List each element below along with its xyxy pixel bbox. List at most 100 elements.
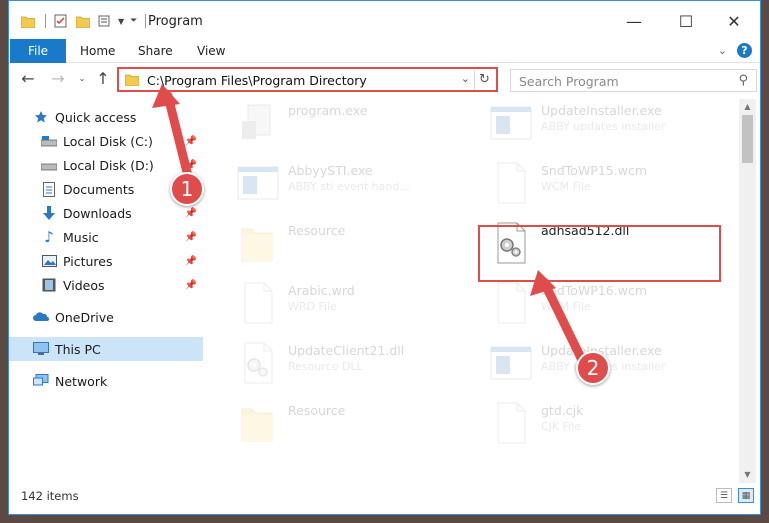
scroll-down-icon[interactable]: ▼	[739, 467, 756, 483]
file-item[interactable]: SndToWP15.wcm WCM File	[479, 155, 719, 213]
nav-downloads[interactable]: Downloads 📌	[9, 201, 203, 225]
scroll-up-icon[interactable]: ▲	[739, 99, 756, 115]
nav-label: Downloads	[63, 205, 132, 221]
close-button[interactable]: ✕	[711, 7, 757, 37]
chevron-down-icon[interactable]: ⌄	[461, 72, 470, 85]
file-type: WCM File	[541, 300, 591, 313]
file-item[interactable]: program.exe	[226, 99, 466, 153]
back-arrow-icon[interactable]: ←	[17, 67, 39, 91]
tab-home[interactable]: Home	[80, 39, 115, 63]
nav-music[interactable]: ♪ Music 📌	[9, 225, 203, 249]
doc-file-icon	[489, 401, 533, 445]
nav-this-pc[interactable]: This PC	[9, 337, 203, 361]
search-box[interactable]: ⚲	[510, 69, 757, 92]
large-icons-view-icon[interactable]: ▦	[738, 488, 754, 503]
file-item[interactable]: gtd.cjk CJK File	[479, 395, 719, 453]
refresh-icon[interactable]: ↻	[474, 70, 494, 90]
details-view-icon[interactable]: ☰	[716, 488, 732, 503]
up-arrow-icon[interactable]: ↑	[92, 67, 114, 91]
new-folder-icon[interactable]	[75, 15, 91, 28]
file-name: SndToWP15.wcm	[541, 163, 647, 178]
ribbon-tabs: File Home Share View ⌄ ?	[9, 39, 760, 63]
cloud-icon	[33, 309, 49, 325]
file-item[interactable]: Resource	[226, 395, 466, 453]
minimize-button[interactable]: —	[611, 7, 657, 37]
nav-quick-access[interactable]: Quick access	[9, 105, 203, 129]
nav-label: Music	[63, 229, 99, 245]
download-arrow-icon	[41, 205, 57, 221]
doc-file-icon	[489, 281, 533, 325]
view-switcher: ☰ ▦	[716, 488, 754, 503]
selected-file-highlight	[478, 225, 721, 282]
properties-icon[interactable]	[54, 14, 68, 28]
file-type: ABBY sti event hand...	[288, 180, 410, 193]
vertical-scrollbar[interactable]: ▲ ▼	[739, 99, 756, 483]
file-item[interactable]: Resource	[226, 215, 466, 273]
file-name: Resource	[288, 223, 346, 238]
pin-icon[interactable]: 📌	[185, 160, 197, 171]
star-icon	[33, 109, 49, 125]
file-item[interactable]: UpdateClient21.dll Resource DLL	[226, 335, 466, 393]
drive-icon	[41, 133, 57, 149]
tab-view[interactable]: View	[197, 39, 225, 63]
window-title: Program	[148, 14, 203, 29]
chevron-down-icon[interactable]: ▼	[118, 17, 124, 26]
file-item[interactable]: SndToWP16.wcm WCM File	[479, 275, 719, 333]
file-name: Resource	[288, 403, 346, 418]
recent-locations-chevron-icon[interactable]: ⌄	[71, 67, 93, 91]
pin-icon[interactable]: 📌	[185, 136, 197, 147]
view-options-icon[interactable]	[98, 14, 114, 28]
nav-label: Local Disk (D:)	[63, 157, 154, 173]
nav-label: Documents	[63, 181, 135, 197]
doc-file-icon	[489, 161, 533, 205]
chevron-down-icon[interactable]: ⌄	[718, 44, 727, 57]
file-name: gtd.cjk	[541, 403, 584, 418]
search-icon[interactable]: ⚲	[738, 73, 748, 88]
file-explorer-window: ▼ ⏷ Program — ☐ ✕ File Home Share View ⌄…	[8, 0, 761, 515]
forward-arrow-icon[interactable]: →	[47, 67, 69, 91]
file-item[interactable]: Arabic.wrd WRD File	[226, 275, 466, 333]
pictures-icon	[41, 253, 57, 269]
pin-icon[interactable]: 📌	[185, 232, 197, 243]
nav-local-disk-c[interactable]: Local Disk (C:) 📌	[9, 129, 203, 153]
music-note-icon: ♪	[44, 228, 54, 246]
folder-icon[interactable]	[20, 15, 36, 28]
address-bar[interactable]: C:\Program Files\Program Directory ⌄ ↻	[117, 67, 498, 92]
help-icon[interactable]: ?	[737, 43, 752, 58]
file-item[interactable]: AbbyySTI.exe ABBY sti event hand...	[226, 155, 466, 213]
pin-icon[interactable]: 📌	[185, 256, 197, 267]
nav-label: Pictures	[63, 253, 113, 269]
address-path[interactable]: C:\Program Files\Program Directory	[147, 73, 367, 88]
nav-videos[interactable]: Videos 📌	[9, 273, 203, 297]
window-file-icon	[489, 341, 533, 385]
tab-file[interactable]: File	[10, 39, 66, 63]
nav-local-disk-d[interactable]: Local Disk (D:) 📌	[9, 153, 203, 177]
customize-toolbar-icon[interactable]: ⏷	[130, 16, 137, 26]
step-2-badge: 2	[576, 351, 610, 385]
maximize-button[interactable]: ☐	[663, 7, 709, 37]
separator	[45, 14, 46, 28]
nav-pictures[interactable]: Pictures 📌	[9, 249, 203, 273]
nav-label: Network	[55, 373, 108, 389]
scroll-thumb[interactable]	[742, 115, 753, 163]
tab-share[interactable]: Share	[138, 39, 173, 63]
pin-icon[interactable]: 📌	[185, 280, 197, 291]
file-type: WCM File	[541, 180, 591, 193]
file-item[interactable]: UpdateInstaller.exe ABBY updates installe…	[479, 99, 719, 153]
navigation-pane: Quick access Local Disk (C:) 📌 Local Dis…	[9, 99, 205, 479]
search-input[interactable]	[519, 73, 719, 89]
pin-icon[interactable]: 📌	[185, 208, 197, 219]
step-1-badge: 1	[170, 172, 204, 206]
separator	[145, 14, 147, 28]
file-name: Arabic.wrd	[288, 283, 355, 298]
nav-label: This PC	[55, 341, 101, 357]
nav-onedrive[interactable]: OneDrive	[9, 305, 203, 329]
nav-label: Local Disk (C:)	[63, 133, 153, 149]
nav-network[interactable]: Network	[9, 369, 203, 393]
window-file-icon	[489, 101, 533, 145]
title-bar: ▼ ⏷ Program — ☐ ✕	[9, 1, 760, 39]
file-name: UpdateInstaller.exe	[541, 103, 662, 118]
nav-label: Videos	[63, 277, 105, 293]
documents-icon	[41, 181, 57, 197]
status-item-count: 142 items	[21, 489, 79, 503]
